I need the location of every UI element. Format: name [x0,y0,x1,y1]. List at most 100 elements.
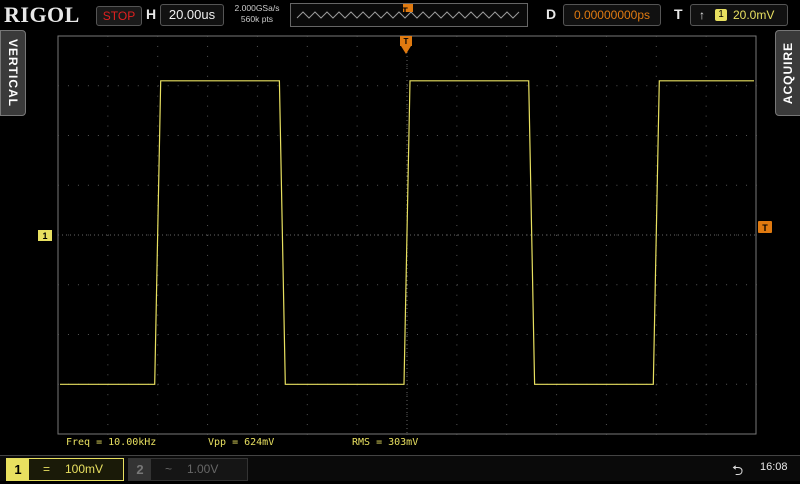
grid-dot [605,75,607,77]
grid-dot [506,125,508,127]
grid-dot [556,344,558,346]
grid-dot [317,184,319,186]
grid-dot [287,135,289,136]
grid-dot [526,135,528,136]
grid-dot [306,165,308,167]
grid-dot [107,115,109,117]
grid-dot [656,334,658,335]
grid-dot [406,125,408,127]
grid-dot [666,85,668,87]
grid-dot [157,85,159,87]
grid-dot [107,424,109,426]
grid-dot [506,155,508,157]
grid-dot [256,344,258,346]
grid-dot [605,205,607,207]
grid-dot [157,294,159,296]
grid-dot [605,264,607,266]
grid-dot [167,284,169,286]
grid-dot [367,334,369,335]
svg-text:T: T [402,6,408,16]
grid-dot [536,85,538,87]
waveform-display[interactable]: 1 T T T [0,0,800,455]
grid-dot [655,364,657,366]
grid-dot [605,36,607,37]
grid-dot [207,55,209,57]
grid-dot [207,344,209,346]
grid-dot [177,184,179,186]
freq-measurement[interactable]: Freq = 10.00kHz [66,437,156,448]
grid-dot [397,85,399,87]
grid-dot [256,65,258,67]
grid-dot [97,334,99,335]
grid-dot [307,334,309,335]
grid-dot [256,404,258,406]
grid-dot [486,85,488,87]
grid-dot [207,155,209,157]
grid-dot [446,85,448,87]
grid-dot [705,155,707,157]
grid-dot [306,205,308,207]
grid-dot [406,294,408,296]
grid-dot [706,85,708,87]
grid-dot [256,155,258,157]
grid-dot [666,284,668,286]
grid-dot [327,334,329,335]
grid-dot [476,85,478,87]
grid-dot [207,234,209,236]
grid-dot [306,195,308,197]
grid-dot [197,135,199,136]
ch2-settings[interactable]: 2 ~ 1.00V [128,458,248,481]
grid-dot [476,184,478,186]
grid-dot [576,284,578,286]
grid-dot [436,135,438,136]
grid-dot [107,344,109,346]
grid-dot [367,284,369,286]
grid-dot [256,215,258,217]
memory-trigger-t-icon: T [402,6,408,16]
grid-dot [247,85,249,87]
grid-dot [267,334,269,335]
grid-dot [256,195,258,197]
grid-dot [506,264,508,266]
grid-dot [277,334,279,335]
grid-dot [556,404,558,406]
grid-dot [257,184,259,186]
grid-dot [705,45,707,47]
grid-dot [576,334,578,335]
grid-dot [686,284,688,286]
grid-dot [456,165,458,167]
grid-dot [466,135,468,136]
trigger-level-marker[interactable]: T [758,221,772,233]
grid-dot [655,324,657,326]
rms-measurement[interactable]: RMS = 303mV [352,437,418,448]
trigger-position-marker[interactable]: T [400,36,412,54]
grid-dot [596,135,598,136]
grid-dot [357,334,359,335]
grid-dot [256,314,258,316]
grid-dot [756,184,757,186]
grid-dot [426,234,428,236]
grid-dot [456,65,458,67]
grid-dot [356,75,358,77]
grid-dot [207,324,209,326]
grid-dot [157,434,159,435]
grid-dot [696,334,698,335]
grid-dot [605,65,607,67]
grid-dot [486,334,488,335]
grid-dot [605,215,607,217]
grid-dot [556,334,558,335]
grid-dot [347,135,349,136]
grid-dot [556,205,558,207]
grid-dot [217,85,219,87]
grid-dot [566,284,568,286]
grid-dot [436,284,438,286]
vpp-measurement[interactable]: Vpp = 624mV [208,437,274,448]
ch1-offset-marker[interactable]: 1 [38,230,52,241]
ch1-settings[interactable]: 1 = 100mV [6,458,124,481]
grid-dot [356,374,358,376]
ch1-number: 1 [7,459,29,480]
grid-dot [107,195,109,197]
grid-dot [556,284,558,286]
grid-dot [217,184,219,186]
grid-dot [416,383,418,385]
